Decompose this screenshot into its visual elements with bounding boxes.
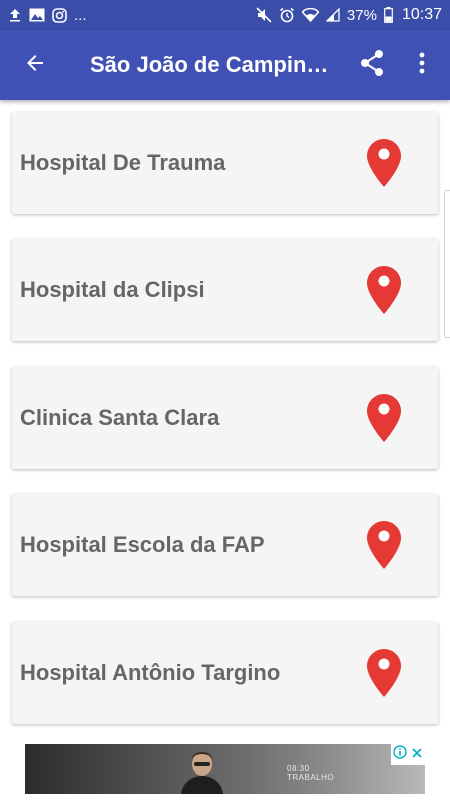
- list-item-label: Hospital Antônio Targino: [20, 660, 281, 685]
- status-left: ...: [8, 7, 87, 24]
- ad-controls: [391, 744, 425, 765]
- notification-more: ...: [74, 6, 87, 24]
- map-pin-icon[interactable]: [356, 260, 412, 320]
- overflow-menu-button[interactable]: [402, 43, 442, 87]
- instagram-icon: [52, 7, 67, 23]
- ad-close-icon[interactable]: [411, 746, 423, 764]
- upload-icon: [8, 8, 22, 22]
- more-vert-icon: [419, 52, 425, 79]
- list-item-label: Hospital De Trauma: [20, 150, 226, 175]
- list-item[interactable]: Hospital Antônio Targino: [12, 622, 438, 724]
- app-bar: São João de Campinas: [0, 30, 450, 100]
- arrow-back-icon: [23, 51, 47, 80]
- status-bar: ... 37% 10:37: [0, 0, 450, 30]
- ad-banner[interactable]: 08:30 TRABALHO: [25, 744, 425, 794]
- map-pin-icon[interactable]: [356, 515, 412, 575]
- battery-percent: 37%: [346, 6, 377, 24]
- page-title: São João de Campinas: [90, 52, 330, 77]
- map-pin-icon[interactable]: [356, 133, 412, 193]
- status-right: 37% 10:37: [256, 6, 442, 24]
- list-item[interactable]: Hospital Escola da FAP: [12, 494, 438, 596]
- ad-person-image: [181, 752, 223, 794]
- list-item[interactable]: Hospital da Clipsi: [12, 239, 438, 341]
- image-icon: [29, 8, 45, 22]
- share-icon: [359, 49, 385, 82]
- alarm-icon: [279, 7, 295, 23]
- ad-text-line2: TRABALHO: [287, 773, 335, 782]
- list-item[interactable]: Clinica Santa Clara: [12, 367, 438, 469]
- status-time: 10:37: [401, 6, 442, 23]
- ad-text: 08:30 TRABALHO: [287, 764, 334, 782]
- battery-icon: [384, 7, 393, 23]
- list-item-label: Hospital da Clipsi: [20, 277, 205, 302]
- list-item[interactable]: Hospital De Trauma: [12, 112, 438, 214]
- share-button[interactable]: [350, 43, 394, 87]
- map-pin-icon[interactable]: [356, 388, 412, 448]
- signal-icon: [325, 8, 340, 22]
- hospital-list[interactable]: Hospital De Trauma Hospital da Clipsi Cl…: [0, 100, 450, 740]
- ad-info-icon[interactable]: [393, 745, 407, 764]
- mute-icon: [256, 7, 272, 23]
- map-pin-icon[interactable]: [356, 643, 412, 703]
- ad-text-line1: 08:30: [287, 764, 310, 773]
- list-item-label: Hospital Escola da FAP: [20, 532, 265, 557]
- scrollbar-thumb[interactable]: [444, 190, 450, 338]
- list-item-label: Clinica Santa Clara: [20, 405, 220, 430]
- back-button[interactable]: [0, 30, 70, 100]
- wifi-icon: [301, 8, 319, 22]
